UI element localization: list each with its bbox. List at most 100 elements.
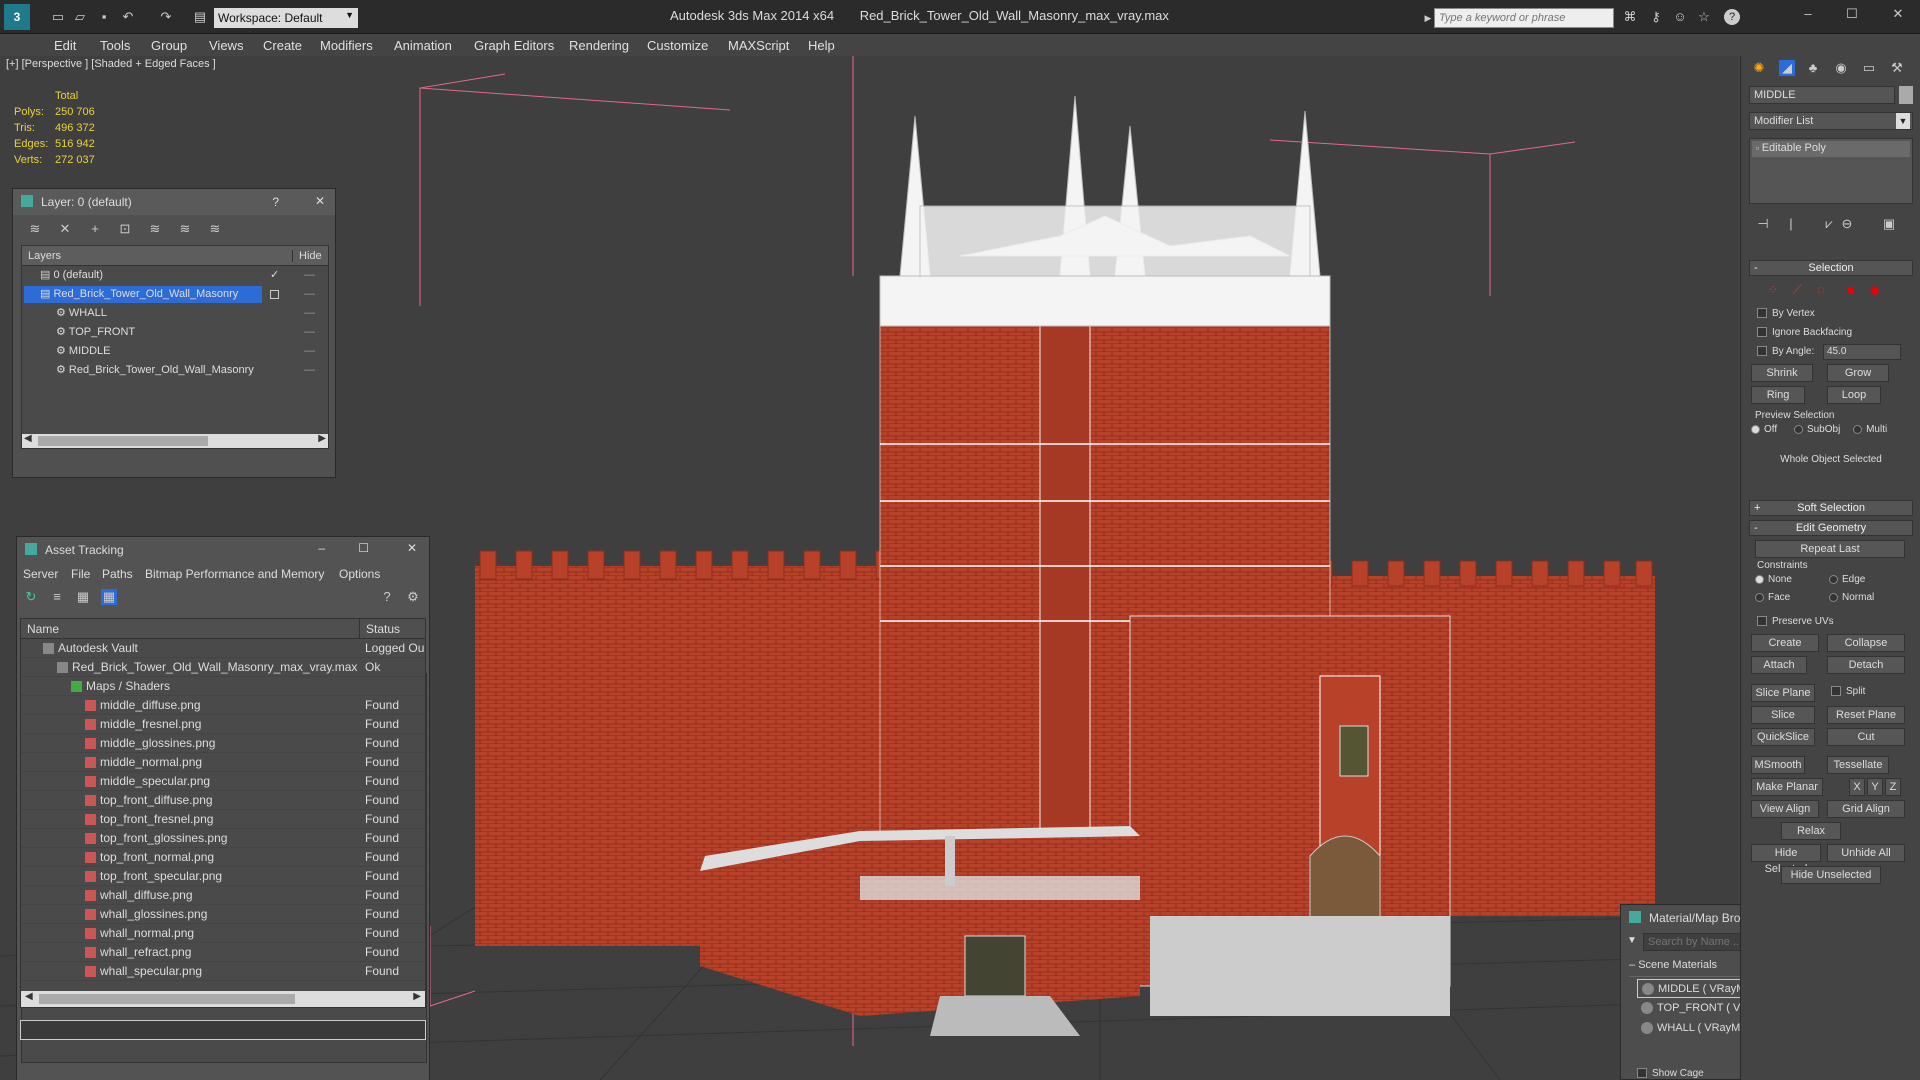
menu-edit[interactable]: Edit <box>54 38 76 53</box>
radio-off[interactable] <box>1853 424 1863 434</box>
asset-row[interactable]: middle_normal.png Found <box>21 753 425 772</box>
radio-off[interactable] <box>1829 574 1838 584</box>
hide-selected-button[interactable]: Hide Selected <box>1751 844 1821 875</box>
checkmark-icon[interactable]: ✓ <box>270 266 279 285</box>
z-button[interactable]: Z <box>1885 778 1901 796</box>
layer-row[interactable]: ⚙ MIDDLE — <box>22 342 328 361</box>
add-to-layer-icon[interactable]: + <box>87 221 103 237</box>
collapse-icon[interactable]: – <box>1629 959 1638 971</box>
workspace-dropdown[interactable]: Workspace: Default ▼ <box>214 8 358 28</box>
asset-row[interactable]: middle_specular.png Found <box>21 772 425 791</box>
asset-path-field[interactable] <box>20 1020 426 1040</box>
asset-row[interactable]: whall_glossines.png Found <box>21 905 425 924</box>
redo-icon[interactable]: ↷ <box>158 9 174 25</box>
open-file-icon[interactable]: ▱ <box>72 9 88 25</box>
configure-sets-icon[interactable]: ▣ <box>1881 216 1897 232</box>
by-angle-checkbox[interactable] <box>1757 346 1767 357</box>
hide-toggle[interactable]: — <box>304 361 315 380</box>
close-icon[interactable]: ✕ <box>1890 6 1906 22</box>
asset-row[interactable]: top_front_fresnel.png Found <box>21 810 425 829</box>
selection-rollout-header[interactable]: - Selection <box>1749 260 1913 276</box>
hide-all-icon[interactable]: ≋ <box>177 221 193 237</box>
people-icon[interactable]: ☺ <box>1672 9 1688 25</box>
menu-maxscript[interactable]: MAXScript <box>728 38 789 53</box>
split-checkbox[interactable] <box>1831 686 1841 697</box>
minimize-icon[interactable]: – <box>318 541 325 555</box>
column-layers[interactable]: Layers <box>28 250 61 262</box>
modify-tab-icon[interactable]: ◢ <box>1779 60 1795 76</box>
asset-row[interactable]: Maps / Shaders <box>21 677 425 696</box>
utilities-tab-icon[interactable]: ⚒ <box>1889 60 1905 76</box>
radio-on[interactable] <box>1755 574 1764 584</box>
detach-button[interactable]: Detach <box>1827 656 1905 674</box>
radio-on[interactable] <box>1751 424 1760 434</box>
freeze-all-icon[interactable]: ≋ <box>207 221 223 237</box>
column-hide[interactable]: Hide <box>292 250 322 262</box>
radio-off[interactable] <box>1793 424 1803 434</box>
constraint-face[interactable]: Face <box>1755 592 1790 603</box>
asset-row[interactable]: Autodesk Vault Logged Ou <box>21 639 425 658</box>
loop-button[interactable]: Loop <box>1827 386 1881 404</box>
grow-button[interactable]: Grow <box>1827 364 1889 382</box>
hierarchy-tab-icon[interactable]: ♣ <box>1805 60 1821 76</box>
asset-menu-options[interactable]: Options <box>339 567 380 581</box>
cut-button[interactable]: Cut <box>1827 728 1905 746</box>
new-file-icon[interactable]: ▭ <box>50 9 66 25</box>
asset-row[interactable]: middle_diffuse.png Found <box>21 696 425 715</box>
asset-row[interactable]: whall_diffuse.png Found <box>21 886 425 905</box>
angle-spinner[interactable]: 45.0 <box>1823 344 1901 360</box>
menu-views[interactable]: Views <box>209 38 243 53</box>
settings-icon[interactable]: ⚙ <box>405 589 421 605</box>
pin-stack-icon[interactable]: ⊣ <box>1755 216 1771 232</box>
hide-unselected-button[interactable]: Hide Unselected <box>1781 866 1881 884</box>
maximize-icon[interactable]: ☐ <box>358 541 369 555</box>
help-icon[interactable]: ? <box>379 589 395 605</box>
asset-menu-server[interactable]: Server <box>23 567 58 581</box>
layer-row[interactable]: ⚙ WHALL — <box>22 304 328 323</box>
reset-plane-button[interactable]: Reset Plane <box>1827 706 1905 724</box>
soft-selection-rollout-header[interactable]: + Soft Selection <box>1749 500 1913 516</box>
maximize-icon[interactable]: ☐ <box>1844 6 1860 22</box>
delete-layer-icon[interactable]: ✕ <box>57 221 73 237</box>
scroll-left-icon[interactable]: ◀ <box>24 433 32 444</box>
modifier-list-dropdown[interactable]: Modifier List ▼ <box>1749 112 1913 130</box>
layer-row[interactable]: ⚙ Red_Brick_Tower_Old_Wall_Masonry — <box>22 361 328 380</box>
refresh-icon[interactable]: ↻ <box>23 589 39 605</box>
close-icon[interactable]: ✕ <box>315 194 325 208</box>
scroll-right-icon[interactable]: ▶ <box>413 991 421 1002</box>
relax-button[interactable]: Relax <box>1781 822 1841 840</box>
menu-graph-editors[interactable]: Graph Editors <box>474 38 554 53</box>
column-name[interactable]: Name <box>27 622 59 636</box>
app-logo-icon[interactable]: 3 <box>4 4 30 30</box>
hide-toggle[interactable]: — <box>304 266 315 285</box>
scroll-right-icon[interactable]: ▶ <box>318 433 326 444</box>
table-view-icon[interactable]: ▦ <box>101 589 117 605</box>
view-align-button[interactable]: View Align <box>1751 800 1819 818</box>
horizontal-scrollbar[interactable]: ◀ ▶ <box>22 433 328 448</box>
edit-geometry-rollout-header[interactable]: - Edit Geometry <box>1749 520 1913 536</box>
vertex-mode-icon[interactable]: ⁘ <box>1765 282 1781 298</box>
slice-plane-button[interactable]: Slice Plane <box>1751 684 1815 702</box>
ring-button[interactable]: Ring <box>1751 386 1805 404</box>
grid-align-button[interactable]: Grid Align <box>1827 800 1905 818</box>
x-button[interactable]: X <box>1849 778 1865 796</box>
repeat-last-button[interactable]: Repeat Last <box>1755 540 1905 558</box>
key-icon[interactable]: ⚷ <box>1648 9 1664 25</box>
by-vertex-row[interactable]: By Vertex <box>1757 308 1815 319</box>
menu-group[interactable]: Group <box>151 38 187 53</box>
attach-button[interactable]: Attach <box>1751 656 1807 674</box>
shrink-button[interactable]: Shrink <box>1751 364 1813 382</box>
constraint-normal[interactable]: Normal <box>1829 592 1874 603</box>
create-tab-icon[interactable]: ✺ <box>1751 60 1767 76</box>
menu-modifiers[interactable]: Modifiers <box>320 38 373 53</box>
make-unique-icon[interactable]: ⩗ <box>1821 216 1837 232</box>
asset-row[interactable]: top_front_normal.png Found <box>21 848 425 867</box>
object-name-field[interactable]: MIDDLE <box>1749 86 1895 104</box>
radio-off[interactable] <box>1829 592 1838 602</box>
project-folder-icon[interactable]: ▤ <box>192 9 208 25</box>
edge-mode-icon[interactable]: ⟋ <box>1789 282 1805 298</box>
save-file-icon[interactable]: ▪ <box>96 9 112 25</box>
unhide-all-button[interactable]: Unhide All <box>1827 844 1905 862</box>
show-end-result-icon[interactable]: | <box>1783 216 1799 232</box>
constraint-edge[interactable]: Edge <box>1829 574 1865 585</box>
